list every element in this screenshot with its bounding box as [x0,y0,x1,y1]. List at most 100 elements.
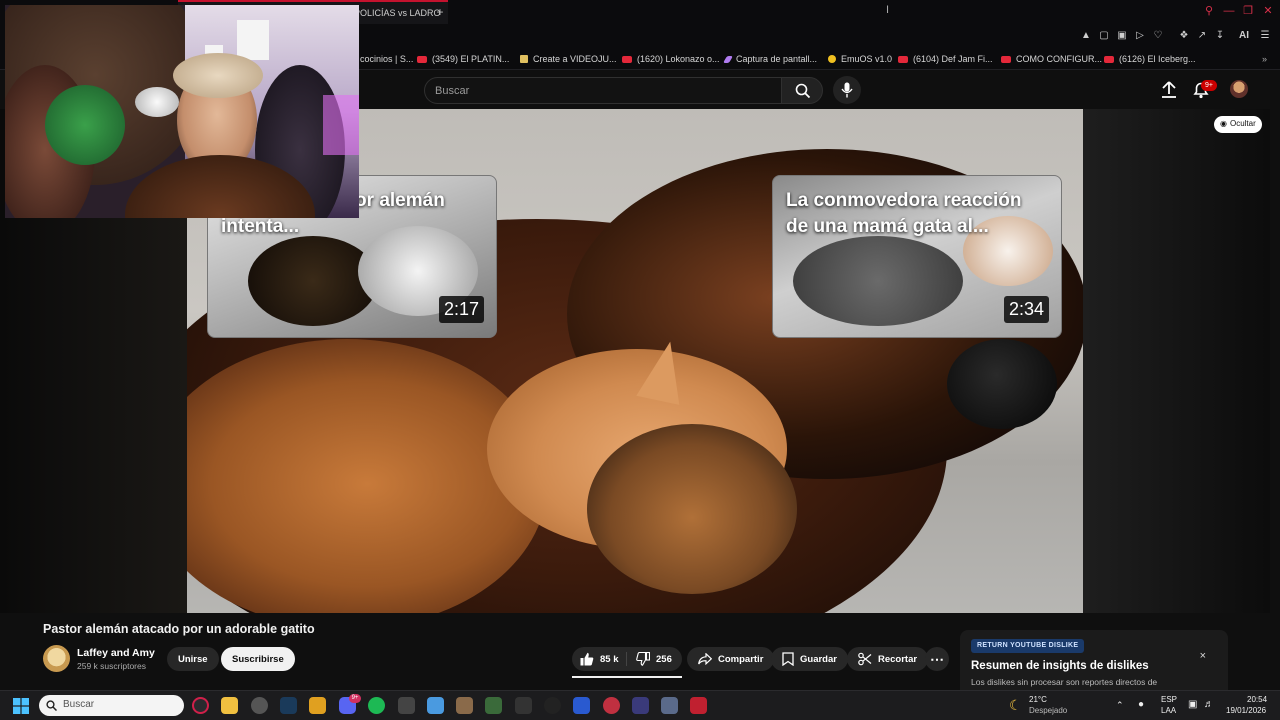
bookmark-item[interactable]: Captura de pantall... [722,52,818,66]
voice-search-button[interactable] [833,76,861,104]
restore-icon[interactable]: ❐ [1241,4,1255,18]
bookmark-label: EmuOS v1.0 [841,54,893,64]
steam-icon[interactable] [280,697,297,714]
app-icon[interactable] [690,697,707,714]
like-dislike-bar: 85 k 256 [572,647,682,671]
join-button[interactable]: Unirse [167,647,219,671]
screenshot-icon[interactable]: ▢ [1097,29,1111,43]
windows-taskbar: Buscar 9+ ☾ 21°C Despejado ⌃ ● ESP LAA ▣… [0,690,1280,720]
extensions-icon[interactable]: ❖ [1177,29,1191,43]
download-icon[interactable]: ↧ [1213,29,1227,43]
app-icon[interactable] [603,697,620,714]
tray-chevron-icon[interactable]: ⌃ [1116,700,1124,711]
opera-gx-icon[interactable] [192,697,209,714]
app-icon[interactable] [398,697,415,714]
browser-icon[interactable] [251,697,268,714]
bookmark-item[interactable]: (1620) Lokonazo o... [622,52,720,66]
dislike-insights-popup: RETURN YOUTUBE DISLIKE × Resumen de insi… [960,630,1228,690]
more-bookmarks-icon[interactable]: » [1262,52,1267,66]
windows-start-icon[interactable] [13,698,29,714]
bitwarden-icon[interactable] [573,697,590,714]
dog-nose-shape [947,339,1057,429]
play-icon[interactable]: ▷ [1133,29,1147,43]
bookmark-item[interactable]: (6126) El Iceberg... [1104,52,1196,66]
clock-time[interactable]: 20:54 [1247,695,1267,704]
like-separator [626,652,627,666]
volume-icon[interactable]: ♬ [1204,699,1214,710]
share-button[interactable]: Compartir [687,647,775,671]
spotify-icon[interactable] [368,697,385,714]
minimize-icon[interactable]: — [1222,4,1236,18]
share-icon[interactable]: ↗ [1195,29,1209,43]
save-button[interactable]: Guardar [771,647,848,671]
endscreen-card-duration: 2:34 [1003,296,1049,323]
feather-icon [722,55,734,63]
bookmark-label: cocinios | S... [360,54,414,64]
bookmark-label: COMO CONFIGUR... [1016,54,1102,64]
webcam-neon-sign [323,95,359,155]
app-icon[interactable] [661,697,678,714]
youtube-icon [1001,55,1011,63]
shield-icon[interactable]: ▣ [1115,29,1129,43]
like-button[interactable]: 85 k [572,647,619,671]
search-tabs-icon[interactable]: ⚲ [1202,4,1216,18]
player-letterbox-right [1083,109,1270,613]
bookmark-item[interactable]: cocinios | S... [360,52,413,66]
webcam-plant-shape [45,85,125,165]
microphone-icon[interactable]: ● [1138,699,1144,710]
more-actions-button[interactable]: ⋯ [925,647,949,671]
upload-icon[interactable] [1159,80,1179,100]
pin-icon[interactable]: ▲ [1079,29,1093,43]
clock-date: 19/01/2026 [1226,706,1267,715]
new-tab-button[interactable]: + [432,4,448,20]
search-input[interactable]: Buscar [424,77,782,104]
menu-icon[interactable]: ☰ [1258,29,1272,43]
discord-badge: 9+ [349,694,361,703]
popup-body: Los dislikes sin procesar son reportes d… [971,677,1158,687]
bookmark-item[interactable]: (3549) El PLATIN... [417,52,509,66]
share-arrow-icon [698,653,712,665]
bookmark-item[interactable]: COMO CONFIGUR... [1001,52,1102,66]
network-icon[interactable]: ▣ [1188,699,1197,710]
app-icon[interactable] [632,697,649,714]
dog-paw-shape [587,424,797,594]
app-icon[interactable] [309,697,326,714]
bookmark-item[interactable]: Create a VIDEOJU... [520,52,617,66]
close-icon[interactable]: ✕ [1261,4,1275,18]
hide-endscreen-button[interactable]: ◉ Ocultar [1214,116,1262,133]
webcam-overlay [5,5,359,218]
subscribe-label: Suscribirse [232,653,284,665]
subscribe-button[interactable]: Suscribirse [221,647,295,671]
heart-icon[interactable]: ♡ [1151,29,1165,43]
app-icon[interactable] [544,697,561,714]
bookmark-item[interactable]: (6104) Def Jam Fi... [898,52,993,66]
webcam-person-hair [173,53,263,98]
channel-name[interactable]: Laffey and Amy [77,647,155,659]
weather-temp[interactable]: 21°C [1029,695,1047,704]
card-thumbnail-cats [793,236,963,326]
close-popup-button[interactable]: × [1200,650,1206,662]
youtube-icon [622,55,632,63]
video-title: Pastor alemán atacado por un adorable ga… [43,622,315,636]
endscreen-card[interactable]: La conmovedora reacción de una mamá gata… [772,175,1062,338]
youtube-icon [1104,55,1114,63]
channel-avatar[interactable] [43,645,70,672]
file-explorer-icon[interactable] [221,697,238,714]
notepad-icon[interactable] [427,697,444,714]
game-icon[interactable] [456,697,473,714]
thumbs-up-icon [580,652,594,666]
dislike-button[interactable]: 256 [630,647,672,671]
account-avatar[interactable] [1230,80,1248,98]
webcam-frame-shape [237,20,269,60]
game-icon[interactable] [485,697,502,714]
bookmark-label: Captura de pantall... [736,54,818,64]
ai-button[interactable]: AI [1234,29,1254,43]
car-game-icon[interactable] [515,697,532,714]
search-button[interactable] [781,77,823,104]
scissors-icon [858,652,872,666]
share-label: Compartir [718,653,764,665]
bookmark-item[interactable]: EmuOS v1.0 [828,52,892,66]
taskbar-search[interactable]: Buscar [39,695,184,716]
language-line1[interactable]: ESP [1161,695,1177,704]
clip-button[interactable]: Recortar [847,647,929,671]
